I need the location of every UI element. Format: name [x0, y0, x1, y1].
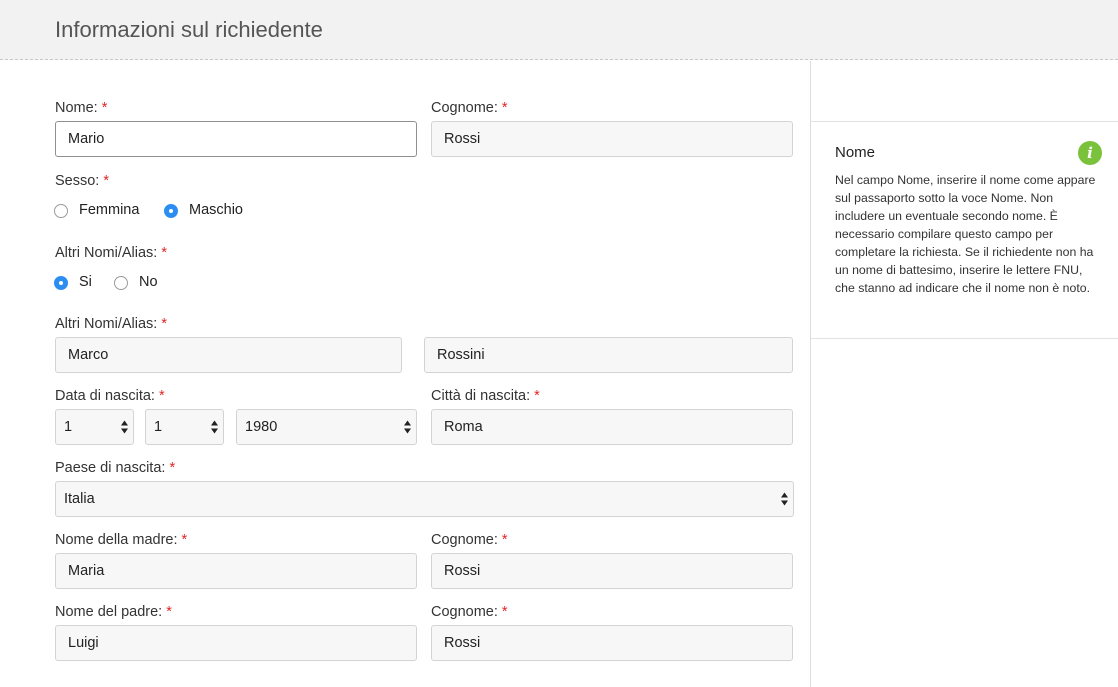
required-mark: * [501, 532, 508, 548]
last-name-input[interactable] [431, 121, 793, 157]
sex-male-label[interactable]: Maschio [189, 202, 243, 218]
sex-female-radio[interactable] [54, 204, 68, 218]
required-mark: * [101, 100, 108, 116]
required-mark: * [501, 604, 508, 620]
father-surname-input[interactable] [431, 625, 793, 661]
required-mark: * [166, 604, 172, 620]
required-mark: * [534, 388, 540, 404]
birth-city-label: Città di nascita: * [431, 388, 540, 404]
help-text: Nel campo Nome, inserire il nome come ap… [835, 173, 1096, 295]
help-sidebar: Nome i Nel campo Nome, inserire il nome … [810, 61, 1118, 687]
page-title: Informazioni sul richiedente [55, 17, 323, 42]
birth-country-select[interactable]: Italia [55, 481, 794, 517]
other-names-flag-label: Altri Nomi/Alias: * [55, 245, 167, 261]
help-panel: Nome i Nel campo Nome, inserire il nome … [811, 121, 1118, 339]
info-icon[interactable]: i [1078, 141, 1102, 165]
father-surname-label: Cognome: * [431, 604, 508, 620]
help-title: Nome [835, 144, 876, 161]
required-mark: * [161, 316, 167, 332]
birth-day-select[interactable]: 1 [55, 409, 134, 445]
required-mark: * [501, 100, 508, 116]
sex-female-label[interactable]: Femmina [79, 202, 139, 218]
other-names-yes-label[interactable]: Si [79, 274, 92, 290]
birth-year-value: 1980 [245, 419, 278, 435]
birth-year-select[interactable]: 1980 [236, 409, 417, 445]
mother-surname-label: Cognome: * [431, 532, 508, 548]
select-arrows-icon [121, 420, 128, 434]
birth-country-label: Paese di nascita: * [55, 460, 176, 476]
other-names-no-label[interactable]: No [139, 274, 158, 290]
first-name-label: Nome: * [55, 100, 108, 116]
birth-city-input[interactable] [431, 409, 793, 445]
required-mark: * [181, 532, 188, 548]
alias-first-name-input[interactable] [55, 337, 402, 373]
select-arrows-icon [404, 420, 411, 434]
birth-day-value: 1 [64, 419, 73, 435]
select-arrows-icon [781, 492, 788, 506]
required-mark: * [169, 460, 176, 476]
required-mark: * [103, 173, 109, 189]
mother-surname-input[interactable] [431, 553, 793, 589]
required-mark: * [161, 245, 167, 261]
birth-country-value: Italia [64, 491, 95, 507]
other-names-no-radio[interactable] [114, 276, 128, 290]
first-name-input[interactable] [55, 121, 417, 157]
sex-label: Sesso: * [55, 173, 109, 189]
mother-name-label: Nome della madre: * [55, 532, 188, 548]
select-arrows-icon [211, 420, 218, 434]
other-names-yes-radio[interactable] [54, 276, 68, 290]
birth-date-label: Data di nascita: * [55, 388, 165, 404]
required-mark: * [158, 388, 165, 404]
sex-male-radio[interactable] [164, 204, 178, 218]
last-name-label: Cognome: * [431, 100, 508, 116]
birth-month-value: 1 [154, 419, 163, 435]
page-header: Informazioni sul richiedente [0, 0, 1118, 60]
father-name-input[interactable] [55, 625, 417, 661]
birth-month-select[interactable]: 1 [145, 409, 224, 445]
mother-name-input[interactable] [55, 553, 417, 589]
father-name-label: Nome del padre: * [55, 604, 172, 620]
alias-last-name-input[interactable] [424, 337, 793, 373]
other-names-label: Altri Nomi/Alias: * [55, 316, 167, 332]
